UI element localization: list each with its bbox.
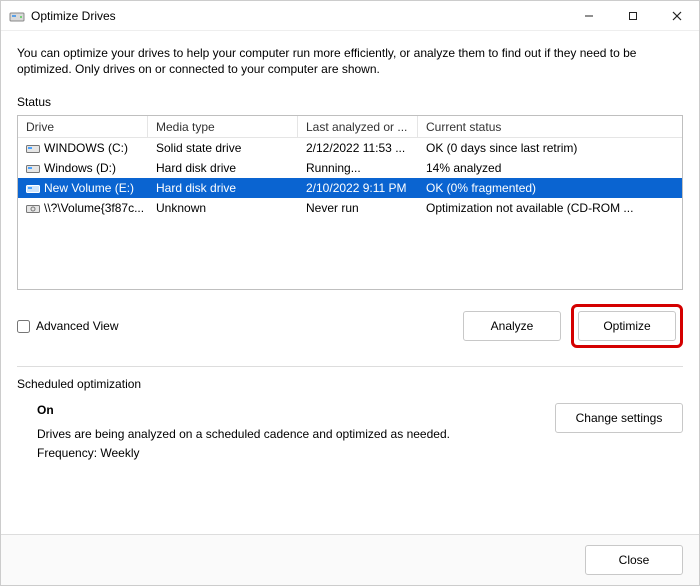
cell-drive: New Volume (E:) xyxy=(18,181,148,195)
status-label: Status xyxy=(17,95,683,109)
maximize-button[interactable] xyxy=(611,1,655,31)
advanced-view-input[interactable] xyxy=(17,320,30,333)
schedule-description: Drives are being analyzed on a scheduled… xyxy=(37,425,535,444)
column-drive[interactable]: Drive xyxy=(18,116,148,137)
cell-media: Hard disk drive xyxy=(148,161,298,175)
cell-status: OK (0 days since last retrim) xyxy=(418,141,682,155)
optimize-highlight: Optimize xyxy=(571,304,683,348)
column-last-analyzed[interactable]: Last analyzed or ... xyxy=(298,116,418,137)
table-row[interactable]: New Volume (E:) Hard disk drive2/10/2022 … xyxy=(18,178,682,198)
advanced-view-checkbox[interactable]: Advanced View xyxy=(17,319,119,333)
cell-media: Hard disk drive xyxy=(148,181,298,195)
cell-last: 2/10/2022 9:11 PM xyxy=(298,181,418,195)
actions-row: Advanced View Analyze Optimize xyxy=(17,304,683,348)
cell-last: Running... xyxy=(298,161,418,175)
cell-last: 2/12/2022 11:53 ... xyxy=(298,141,418,155)
scheduled-optimization-label: Scheduled optimization xyxy=(17,377,683,391)
cell-status: Optimization not available (CD-ROM ... xyxy=(418,201,682,215)
advanced-view-label: Advanced View xyxy=(36,319,119,333)
drive-name: WINDOWS (C:) xyxy=(44,141,128,155)
analyze-button[interactable]: Analyze xyxy=(463,311,561,341)
minimize-button[interactable] xyxy=(567,1,611,31)
change-settings-button[interactable]: Change settings xyxy=(555,403,683,433)
app-icon xyxy=(9,8,25,24)
cell-drive: WINDOWS (C:) xyxy=(18,141,148,155)
cell-status: OK (0% fragmented) xyxy=(418,181,682,195)
drive-name: New Volume (E:) xyxy=(44,181,134,195)
schedule-text: On Drives are being analyzed on a schedu… xyxy=(17,401,535,463)
window-title-group: Optimize Drives xyxy=(9,8,567,24)
schedule-state: On xyxy=(37,401,535,420)
drives-table: Drive Media type Last analyzed or ... Cu… xyxy=(17,115,683,290)
table-body: WINDOWS (C:) Solid state drive2/12/2022 1… xyxy=(18,138,682,218)
column-media-type[interactable]: Media type xyxy=(148,116,298,137)
table-row[interactable]: \\?\Volume{3f87c... UnknownNever runOptim… xyxy=(18,198,682,218)
cell-media: Solid state drive xyxy=(148,141,298,155)
close-dialog-button[interactable]: Close xyxy=(585,545,683,575)
window-title-text: Optimize Drives xyxy=(31,9,116,23)
table-header: Drive Media type Last analyzed or ... Cu… xyxy=(18,116,682,138)
column-current-status[interactable]: Current status xyxy=(418,116,682,137)
table-row[interactable]: Windows (D:) Hard disk driveRunning...14%… xyxy=(18,158,682,178)
footer: Close xyxy=(1,534,699,585)
close-button[interactable] xyxy=(655,1,699,31)
divider xyxy=(17,366,683,367)
cell-status: 14% analyzed xyxy=(418,161,682,175)
optimize-button[interactable]: Optimize xyxy=(578,311,676,341)
drive-name: \\?\Volume{3f87c... xyxy=(44,201,144,215)
cell-drive: \\?\Volume{3f87c... xyxy=(18,201,148,215)
titlebar: Optimize Drives xyxy=(1,1,699,31)
cell-drive: Windows (D:) xyxy=(18,161,148,175)
table-row[interactable]: WINDOWS (C:) Solid state drive2/12/2022 1… xyxy=(18,138,682,158)
content-area: You can optimize your drives to help you… xyxy=(1,31,699,534)
drive-name: Windows (D:) xyxy=(44,161,116,175)
cell-media: Unknown xyxy=(148,201,298,215)
schedule-frequency: Frequency: Weekly xyxy=(37,444,535,463)
cell-last: Never run xyxy=(298,201,418,215)
description-text: You can optimize your drives to help you… xyxy=(17,45,683,77)
schedule-body: On Drives are being analyzed on a schedu… xyxy=(17,401,683,463)
optimize-drives-window: Optimize Drives You can optimize your dr… xyxy=(0,0,700,586)
